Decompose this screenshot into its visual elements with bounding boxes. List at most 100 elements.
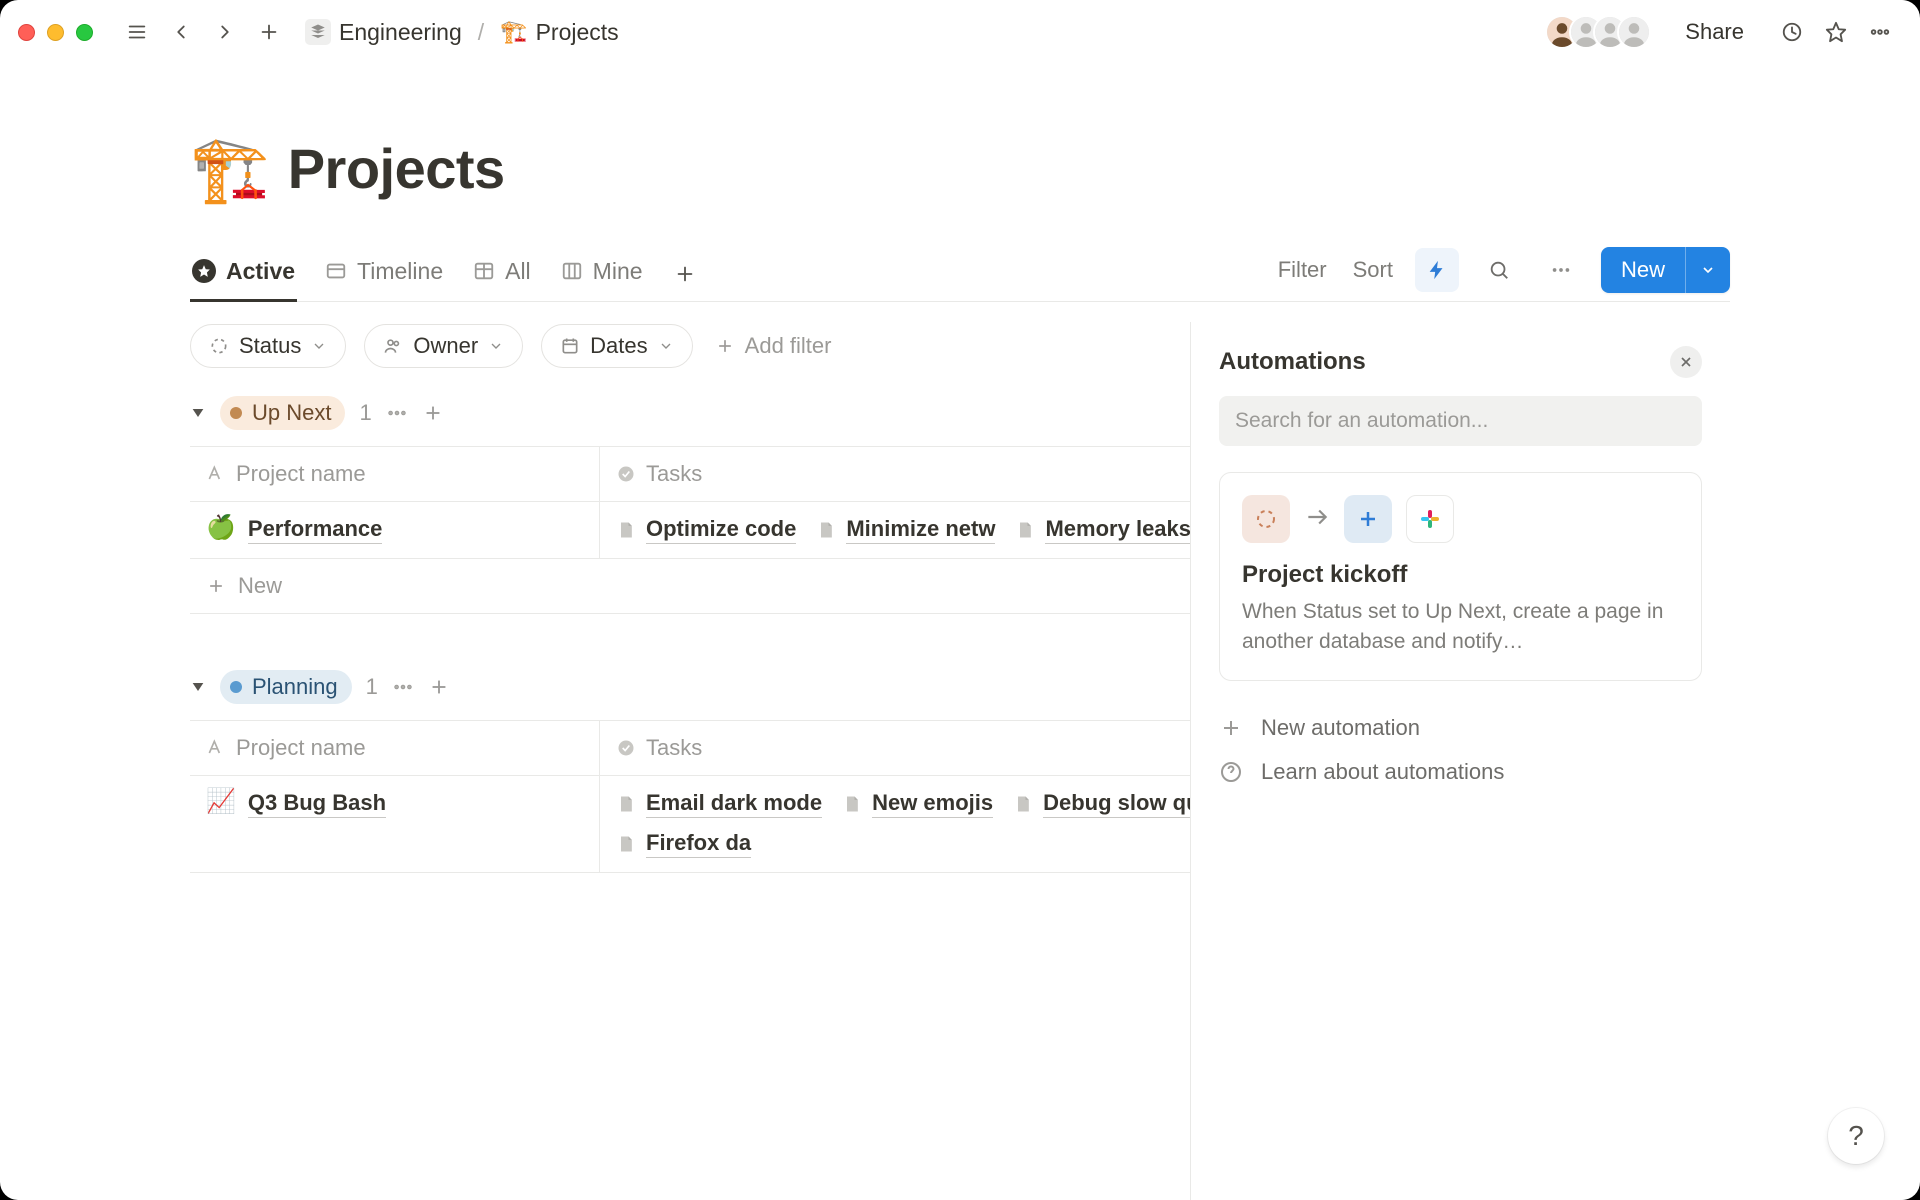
automation-card[interactable]: Project kickoff When Status set to Up Ne…: [1219, 472, 1702, 681]
column-header-name[interactable]: Project name: [190, 447, 600, 501]
task-chip[interactable]: New emojis: [842, 790, 993, 818]
collaborator-avatars[interactable]: [1545, 15, 1651, 49]
close-icon[interactable]: [1670, 346, 1702, 378]
new-automation-button[interactable]: New automation: [1219, 715, 1702, 741]
chip-label: Owner: [413, 333, 478, 359]
group-more-icon[interactable]: [392, 676, 414, 698]
tab-mine[interactable]: Mine: [559, 248, 645, 302]
crane-icon: 🏗️: [500, 21, 527, 43]
new-button-dropdown[interactable]: [1685, 247, 1730, 293]
breadcrumb-page[interactable]: 🏗️ Projects: [494, 15, 625, 50]
back-icon[interactable]: [163, 14, 199, 50]
sort-button[interactable]: Sort: [1349, 251, 1397, 289]
column-header-label: Project name: [236, 461, 366, 487]
arrow-right-icon: [1304, 504, 1330, 535]
calendar-icon: [560, 336, 580, 356]
zoom-window-icon[interactable]: [76, 24, 93, 41]
slack-icon: [1406, 495, 1454, 543]
share-button[interactable]: Share: [1677, 15, 1752, 49]
automation-card-icons: [1242, 495, 1679, 543]
filter-chip-status[interactable]: Status: [190, 324, 346, 368]
forward-icon[interactable]: [207, 14, 243, 50]
text-icon: [206, 738, 226, 758]
tab-label: Timeline: [357, 258, 443, 285]
row-name: Q3 Bug Bash: [248, 790, 386, 818]
search-icon[interactable]: [1477, 248, 1521, 292]
add-view-icon[interactable]: [671, 260, 699, 288]
page-title[interactable]: Projects: [288, 136, 505, 201]
task-chip[interactable]: Minimize netw: [816, 516, 995, 544]
close-window-icon[interactable]: [18, 24, 35, 41]
clock-icon[interactable]: [1774, 14, 1810, 50]
breadcrumb-page-label: Projects: [536, 19, 619, 46]
filter-button[interactable]: Filter: [1274, 251, 1331, 289]
task-label: Memory leaks: [1045, 516, 1191, 544]
views-row: Active Timeline All Mine: [190, 247, 1730, 302]
new-button-label[interactable]: New: [1601, 247, 1685, 293]
status-label: Planning: [252, 674, 338, 700]
automation-search-input[interactable]: [1219, 396, 1702, 446]
check-circle-icon: [616, 738, 636, 758]
chip-label: Status: [239, 333, 301, 359]
check-circle-icon: [616, 464, 636, 484]
new-tab-icon[interactable]: [251, 14, 287, 50]
learn-automations-link[interactable]: Learn about automations: [1219, 759, 1702, 785]
help-button[interactable]: ?: [1828, 1108, 1884, 1164]
table-icon: [473, 260, 495, 282]
task-chip[interactable]: Email dark mode: [616, 790, 822, 818]
group-more-icon[interactable]: [386, 402, 408, 424]
page-header: 🏗️ Projects: [190, 64, 1730, 201]
view-more-icon[interactable]: [1539, 248, 1583, 292]
tab-active[interactable]: Active: [190, 248, 297, 302]
topbar: Engineering / 🏗️ Projects Share: [0, 0, 1920, 64]
breadcrumb-parent-label: Engineering: [339, 19, 462, 46]
people-icon: [383, 336, 403, 356]
window-controls: [18, 24, 93, 41]
breadcrumb: Engineering / 🏗️ Projects: [299, 15, 625, 50]
task-chip[interactable]: Memory leaks: [1015, 516, 1191, 544]
minimize-window-icon[interactable]: [47, 24, 64, 41]
tab-label: Active: [226, 258, 295, 285]
star-icon[interactable]: [1818, 14, 1854, 50]
chevron-down-icon: [311, 338, 327, 354]
tab-all[interactable]: All: [471, 248, 533, 302]
task-chip[interactable]: Optimize code: [616, 516, 796, 544]
group-count: 1: [366, 674, 378, 700]
task-chip[interactable]: Firefox da: [616, 830, 751, 858]
automations-icon[interactable]: [1415, 248, 1459, 292]
database-icon: [305, 19, 331, 45]
plus-icon: [715, 336, 735, 356]
status-bullet-icon: [230, 407, 242, 419]
group-add-icon[interactable]: [422, 402, 444, 424]
toggle-icon[interactable]: [190, 405, 206, 421]
tab-label: Mine: [593, 258, 643, 285]
status-pill[interactable]: Planning: [220, 670, 352, 704]
page-emoji-icon[interactable]: 🏗️: [190, 137, 270, 201]
task-label: Optimize code: [646, 516, 796, 544]
automations-panel: Automations Project kickof: [1190, 322, 1730, 1200]
filter-chip-owner[interactable]: Owner: [364, 324, 523, 368]
tab-label: All: [505, 258, 531, 285]
status-pill[interactable]: Up Next: [220, 396, 345, 430]
chevron-down-icon: [488, 338, 504, 354]
status-trigger-icon: [1242, 495, 1290, 543]
avatar: [1617, 15, 1651, 49]
column-header-name[interactable]: Project name: [190, 721, 600, 775]
more-icon[interactable]: [1862, 14, 1898, 50]
breadcrumb-parent[interactable]: Engineering: [299, 15, 468, 50]
hamburger-icon[interactable]: [119, 14, 155, 50]
app-window: Engineering / 🏗️ Projects Share: [0, 0, 1920, 1200]
tab-timeline[interactable]: Timeline: [323, 248, 445, 302]
learn-automations-label: Learn about automations: [1261, 759, 1504, 785]
create-page-icon: [1344, 495, 1392, 543]
toggle-icon[interactable]: [190, 679, 206, 695]
task-label: Email dark mode: [646, 790, 822, 818]
plus-icon: [206, 576, 226, 596]
panel-title: Automations: [1219, 348, 1366, 376]
task-label: Firefox da: [646, 830, 751, 858]
new-row-label: New: [238, 573, 282, 599]
add-filter-button[interactable]: Add filter: [711, 327, 836, 365]
filter-chip-dates[interactable]: Dates: [541, 324, 692, 368]
group-add-icon[interactable]: [428, 676, 450, 698]
status-bullet-icon: [230, 681, 242, 693]
